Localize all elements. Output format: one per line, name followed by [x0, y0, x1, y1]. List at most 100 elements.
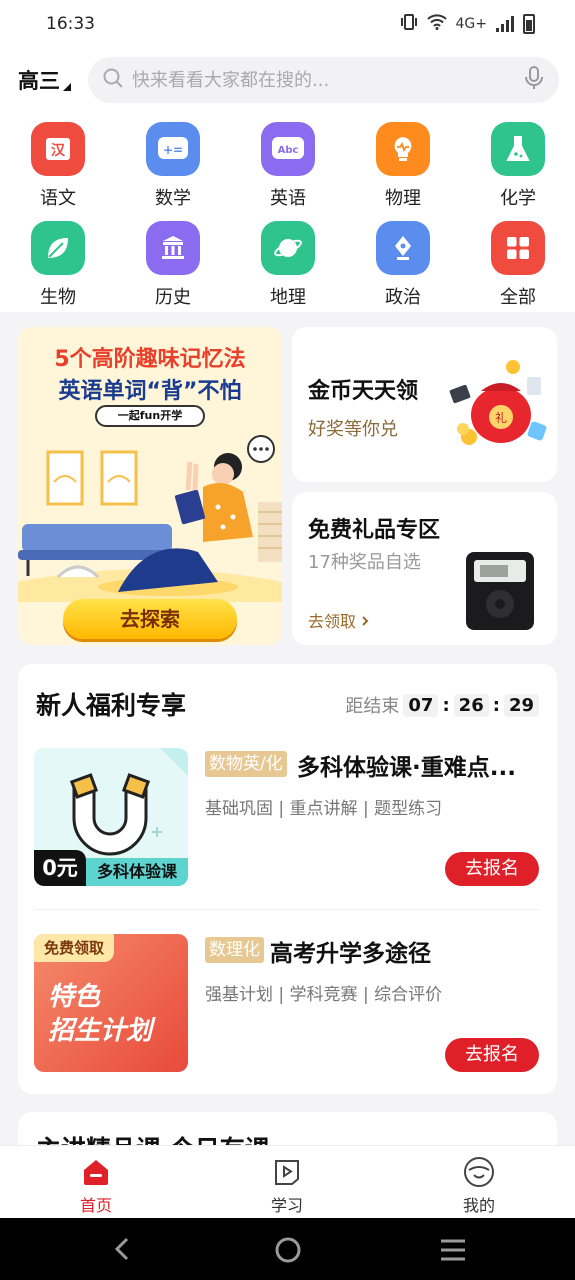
politics-icon [376, 221, 430, 275]
subject-label: 全部 [500, 287, 536, 308]
countdown-label: 距结束 [345, 696, 400, 717]
chinese-icon: 汉 [31, 122, 85, 176]
course-item[interactable]: 0元 多科体验课 数物英/化 多科体验课·重难点... 基础巩固 | 重点讲解 … [34, 748, 539, 888]
svg-text:Abc: Abc [278, 145, 299, 156]
countdown-hours: 07 [403, 693, 439, 717]
gifts-card[interactable]: 免费礼品专区 17种奖品自选 去领取 [292, 492, 557, 645]
course-item[interactable]: 免费领取 特色 招生计划 数理化 高考升学多途径 强基计划 | 学科竞赛 | 综… [34, 934, 539, 1074]
subject-label: 生物 [40, 287, 76, 308]
course-thumbnail: 0元 多科体验课 [34, 748, 188, 886]
subject-label: 数学 [155, 188, 191, 209]
subject-label: 英语 [270, 188, 306, 209]
subject-history[interactable]: 历史 [133, 221, 213, 309]
subject-english[interactable]: Abc 英语 [248, 122, 328, 210]
coins-subtitle: 好奖等你兑 [308, 419, 398, 440]
microphone-icon[interactable] [523, 65, 545, 95]
math-icon: += [146, 122, 200, 176]
subject-geography[interactable]: 地理 [248, 221, 328, 309]
system-nav-bar [0, 1218, 575, 1280]
subject-biology[interactable]: 生物 [18, 221, 98, 309]
menu-icon[interactable] [439, 1238, 467, 1266]
battery-icon [523, 14, 535, 34]
status-time: 16:33 [46, 14, 95, 34]
explore-button[interactable]: 去探索 [63, 599, 237, 639]
thumb-line2: 招生计划 [48, 1016, 153, 1046]
gifts-claim-link[interactable]: 去领取 [308, 608, 369, 632]
subject-label: 政治 [385, 287, 421, 308]
subject-all[interactable]: 全部 [478, 221, 558, 309]
search-icon [102, 67, 124, 93]
top-bar: 高三 [0, 48, 575, 112]
countdown-minutes: 26 [453, 693, 489, 717]
banner-headline: 5个高阶趣味记忆法 [54, 347, 246, 372]
svg-text:礼: 礼 [495, 410, 507, 425]
history-icon [146, 221, 200, 275]
course-meta: 基础巩固 | 重点讲解 | 题型练习 [205, 799, 443, 819]
subject-grid: 汉 语文 += 数学 Abc 英语 物理 化学 生物 历史 地理 政治 全部 [0, 112, 575, 312]
subject-chinese[interactable]: 汉 语文 [18, 122, 98, 210]
price-badge: 0元 [34, 850, 86, 886]
grade-label: 高三 [18, 69, 60, 93]
countdown-seconds: 29 [503, 693, 539, 717]
course-tag: 数理化 [205, 937, 264, 963]
dropdown-caret-icon [63, 83, 71, 91]
subject-politics[interactable]: 政治 [363, 221, 443, 309]
subject-label: 化学 [500, 188, 536, 209]
countdown-separator: : [442, 694, 450, 716]
subject-label: 地理 [270, 287, 306, 308]
bottom-tab-bar: 首页 学习 我的 [0, 1145, 575, 1218]
gift-bag-icon: 礼 [449, 360, 547, 445]
network-type: 4G+ [455, 16, 488, 32]
home-circle-icon[interactable] [274, 1236, 302, 1268]
subject-label: 历史 [155, 287, 191, 308]
english-icon: Abc [261, 122, 315, 176]
tab-profile[interactable]: 我的 [434, 1156, 524, 1216]
subject-physics[interactable]: 物理 [363, 122, 443, 210]
course-title: 多科体验课·重难点... [297, 755, 516, 781]
subject-chemistry[interactable]: 化学 [478, 122, 558, 210]
all-icon [491, 221, 545, 275]
free-claim-badge: 免费领取 [34, 934, 115, 962]
geography-icon [261, 221, 315, 275]
thumb-line1: 特色 [48, 982, 101, 1012]
newcomer-welfare-section: 新人福利专享 距结束 07 : 26 : 29 0元 多科体验课 数物英/化 多… [18, 664, 557, 1094]
promo-banner-english[interactable]: 5个高阶趣味记忆法 英语单词“背”不怕 一起fun开学 去探索 [18, 327, 282, 645]
search-input[interactable] [132, 69, 515, 91]
enroll-button[interactable]: 去报名 [445, 1038, 539, 1072]
section-title: 新人福利专享 [36, 691, 187, 720]
gifts-link-label: 去领取 [308, 612, 357, 631]
chemistry-icon [491, 122, 545, 176]
profile-icon [463, 1156, 495, 1188]
gifts-subtitle: 17种奖品自选 [308, 552, 421, 573]
svg-text:+=: += [163, 143, 183, 157]
learning-device-image [466, 552, 534, 630]
wifi-icon [426, 14, 447, 34]
coins-card[interactable]: 金币天天领 好奖等你兑 礼 [292, 327, 557, 482]
vibrate-icon [400, 14, 418, 34]
home-icon [80, 1156, 112, 1188]
banner-tagline: 一起fun开学 [95, 405, 205, 427]
subject-label: 物理 [385, 188, 421, 209]
subject-math[interactable]: += 数学 [133, 122, 213, 210]
countdown-timer: 距结束 07 : 26 : 29 [345, 692, 539, 718]
back-icon[interactable] [110, 1236, 134, 1266]
tab-home[interactable]: 首页 [51, 1156, 141, 1216]
tab-study[interactable]: 学习 [242, 1156, 332, 1216]
svg-text:汉: 汉 [51, 143, 66, 159]
tab-label: 学习 [270, 1196, 303, 1215]
play-icon [271, 1156, 303, 1188]
subject-label: 语文 [40, 188, 76, 209]
course-tag: 数物英/化 [205, 751, 287, 777]
countdown-separator: : [492, 694, 500, 716]
reading-girl-illustration [18, 432, 282, 602]
status-icons: 4G+ [400, 14, 535, 34]
enroll-button[interactable]: 去报名 [445, 852, 539, 886]
course-thumbnail: 免费领取 特色 招生计划 [34, 934, 188, 1072]
thumb-label: 多科体验课 [86, 858, 188, 886]
grade-selector[interactable]: 高三 [18, 65, 88, 95]
biology-icon [31, 221, 85, 275]
divider [34, 909, 539, 910]
signal-icon [496, 16, 514, 32]
search-bar[interactable] [88, 57, 559, 103]
tab-label: 首页 [79, 1196, 112, 1215]
